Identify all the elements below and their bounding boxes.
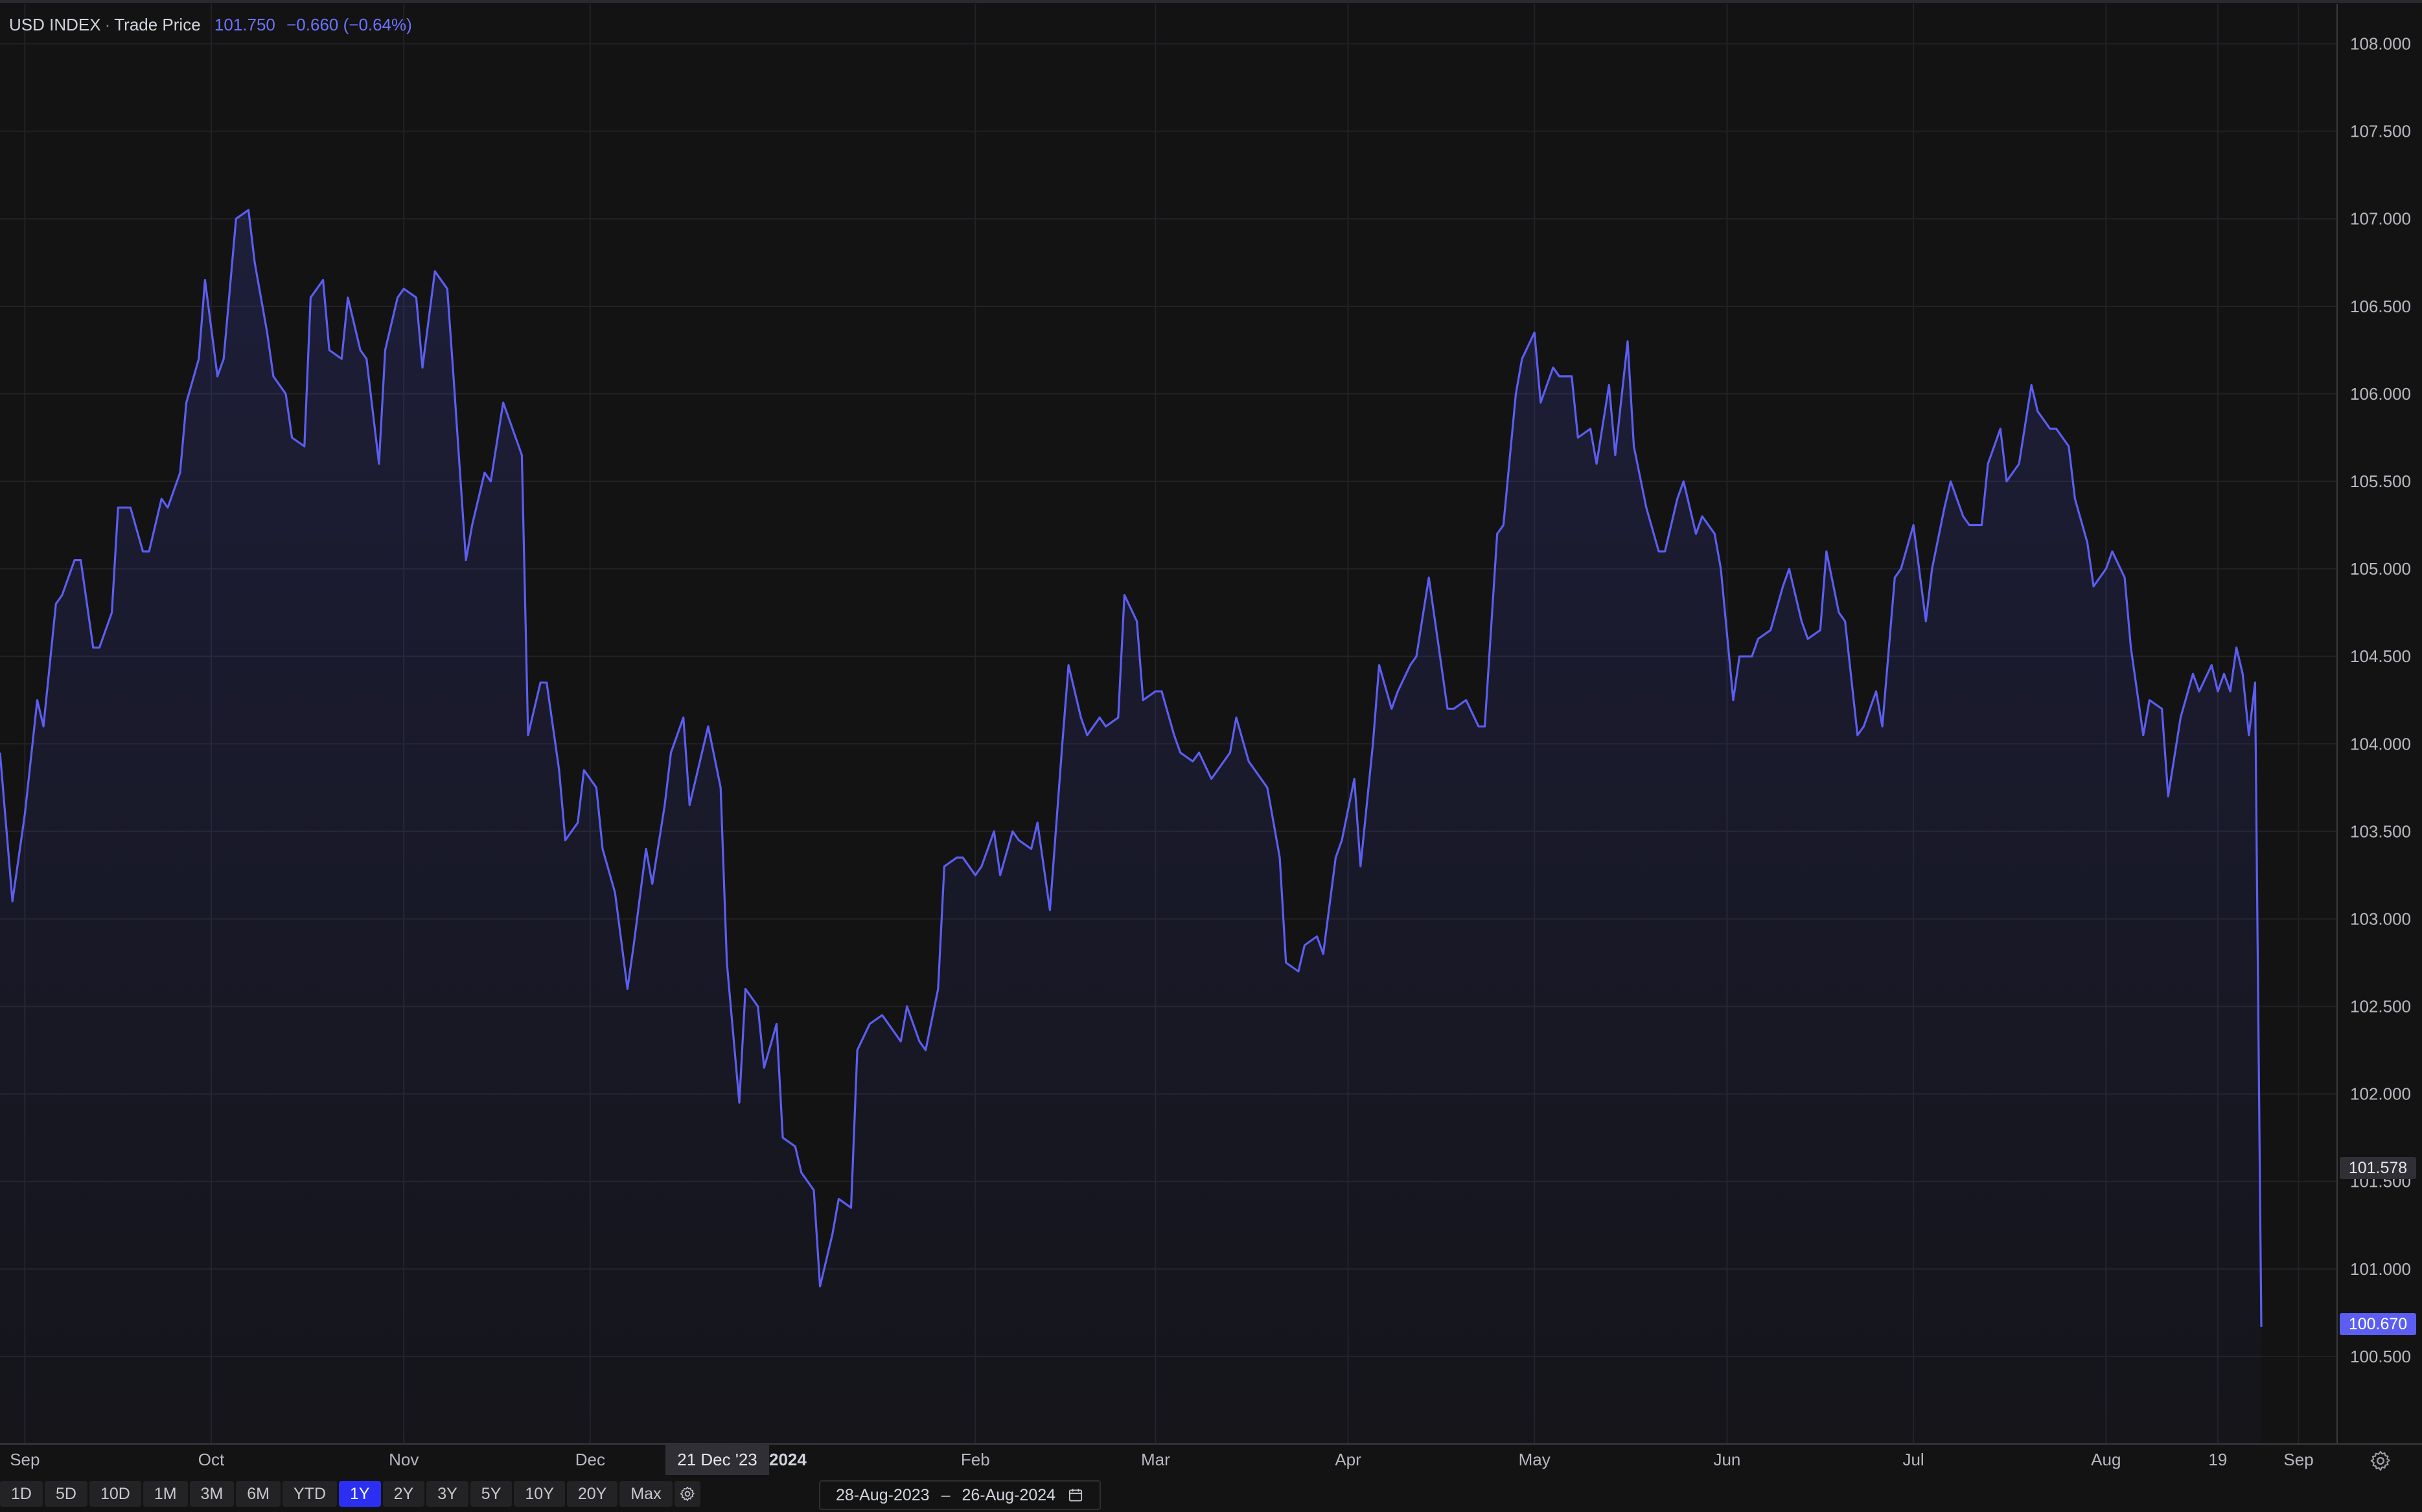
x-tick-label: Sep bbox=[10, 1450, 40, 1469]
y-tick-label: 107.500 bbox=[2350, 122, 2411, 141]
date-range-separator: – bbox=[941, 1486, 951, 1504]
y-tick-label: 105.000 bbox=[2350, 559, 2411, 578]
range-button-6m[interactable]: 6M bbox=[236, 1481, 281, 1507]
x-tick-label: Jul bbox=[1902, 1450, 1924, 1469]
range-button-3m[interactable]: 3M bbox=[189, 1481, 235, 1507]
chart-legend: USD INDEX · Trade Price 101.750 −0.660 (−0… bbox=[9, 13, 412, 36]
y-tick-label: 105.500 bbox=[2350, 472, 2411, 491]
gear-icon bbox=[680, 1486, 695, 1502]
range-button-3y[interactable]: 3Y bbox=[426, 1481, 468, 1507]
x-axis-labels: Sep Oct Nov Dec Feb Mar Apr May Jun Jul Aug 19 Sep bbox=[10, 1450, 2313, 1469]
range-button-10y[interactable]: 10Y bbox=[514, 1481, 565, 1507]
chart-app: 100.500 101.000 101.500 102.000 102.500 103.0… bbox=[0, 0, 2422, 1512]
y-tick-label: 104.500 bbox=[2350, 647, 2411, 666]
range-button-10d[interactable]: 10D bbox=[89, 1481, 141, 1507]
range-button-ytd[interactable]: YTD bbox=[283, 1481, 338, 1507]
x-tick-label: 19 bbox=[2208, 1450, 2227, 1469]
date-range-start: 28-Aug-2023 bbox=[836, 1486, 930, 1504]
x-tick-label: Apr bbox=[1335, 1450, 1361, 1469]
legend-symbol: USD INDEX bbox=[9, 15, 101, 34]
range-button-1m[interactable]: 1M bbox=[143, 1481, 188, 1507]
x-tick-label: Oct bbox=[198, 1450, 225, 1469]
y-tick-label: 102.500 bbox=[2350, 997, 2411, 1016]
range-button-20y[interactable]: 20Y bbox=[566, 1481, 618, 1507]
date-range-end: 26-Aug-2024 bbox=[962, 1486, 1056, 1504]
x-tick-label: Mar bbox=[1141, 1450, 1170, 1469]
range-button-max[interactable]: Max bbox=[619, 1481, 673, 1507]
y-tick-label: 108.000 bbox=[2350, 34, 2411, 54]
crosshair-price-label: 101.578 bbox=[2340, 1157, 2416, 1179]
legend-price: 101.750 bbox=[214, 15, 275, 34]
y-tick-label: 100.500 bbox=[2350, 1347, 2411, 1366]
y-tick-label: 106.500 bbox=[2350, 297, 2411, 316]
y-tick-label: 107.000 bbox=[2350, 209, 2411, 229]
x-tick-label: Sep bbox=[2283, 1450, 2313, 1469]
y-tick-label: 106.000 bbox=[2350, 384, 2411, 404]
gear-icon[interactable] bbox=[2369, 1449, 2392, 1472]
x-tick-label: Feb bbox=[961, 1450, 990, 1469]
legend-separator: · bbox=[104, 15, 111, 34]
legend-change: −0.660 (−0.64%) bbox=[286, 15, 412, 34]
calendar-icon bbox=[1068, 1489, 1083, 1502]
x-tick-label: Dec bbox=[575, 1450, 605, 1469]
legend-series: Trade Price bbox=[114, 15, 201, 34]
x-tick-label: Aug bbox=[2091, 1450, 2121, 1469]
y-tick-label: 101.000 bbox=[2350, 1259, 2411, 1279]
y-tick-label: 102.000 bbox=[2350, 1084, 2411, 1104]
range-settings-button[interactable] bbox=[674, 1481, 700, 1507]
year-tick-label: 2024 bbox=[769, 1450, 807, 1469]
x-tick-label: Nov bbox=[389, 1450, 419, 1469]
last-price-badge: 100.670 bbox=[2340, 1313, 2416, 1335]
price-area bbox=[0, 210, 2261, 1445]
range-button-1y[interactable]: 1Y bbox=[339, 1481, 381, 1507]
range-button-1d[interactable]: 1D bbox=[0, 1481, 43, 1507]
range-button-2y[interactable]: 2Y bbox=[382, 1481, 425, 1507]
price-chart[interactable]: 100.500101.000101.500102.000102.500103.0… bbox=[0, 0, 2422, 1512]
y-tick-label: 103.500 bbox=[2350, 821, 2411, 841]
x-tick-label: May bbox=[1519, 1450, 1551, 1469]
range-button-5d[interactable]: 5D bbox=[44, 1481, 87, 1507]
range-button-5y[interactable]: 5Y bbox=[470, 1481, 513, 1507]
range-selector: 1D 5D 10D 1M 3M 6M YTD 1Y 2Y 3Y 5Y 10Y 20Y Max bbox=[0, 1481, 700, 1507]
crosshair-date-label: 21 Dec '23 bbox=[665, 1444, 769, 1475]
y-tick-label: 103.000 bbox=[2350, 909, 2411, 928]
x-tick-label: Jun bbox=[1713, 1450, 1740, 1469]
date-range-picker[interactable]: 28-Aug-2023 – 26-Aug-2024 bbox=[819, 1480, 1101, 1510]
y-tick-label: 104.000 bbox=[2350, 734, 2411, 753]
